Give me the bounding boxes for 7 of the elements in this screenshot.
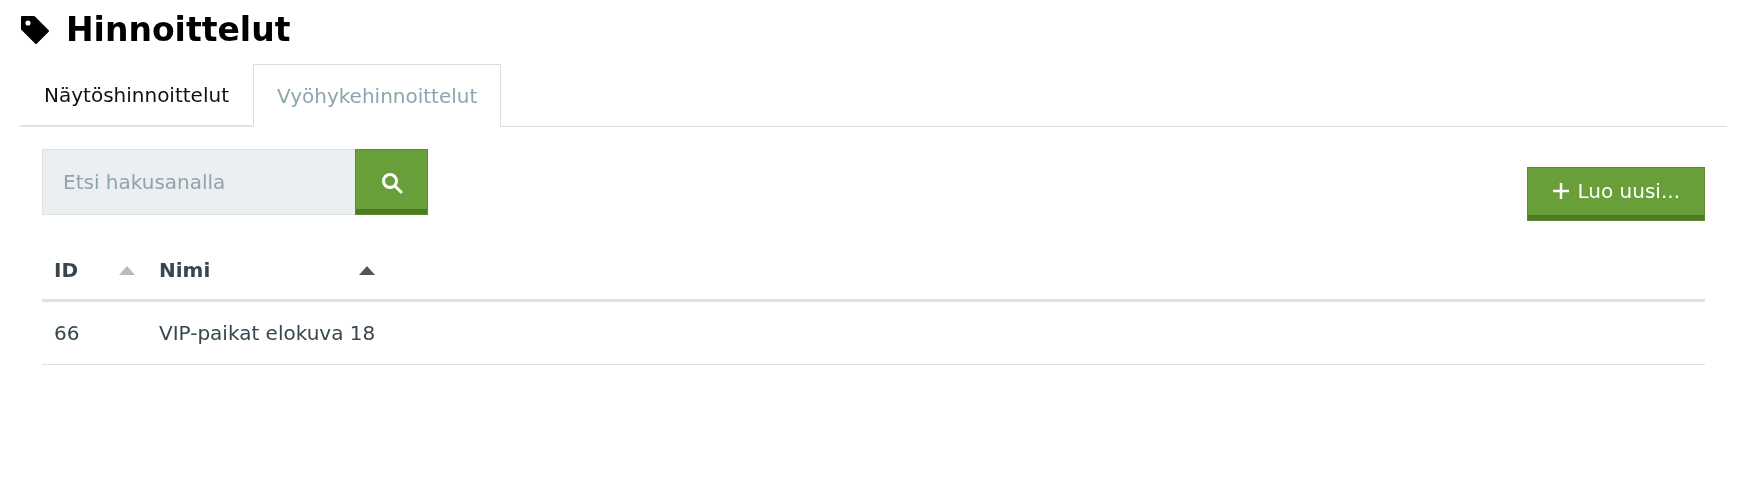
column-header[interactable]: ID: [54, 255, 79, 285]
search-field[interactable]: Etsi hakusanalla: [42, 149, 355, 215]
tab[interactable]: Näytöshinnoittelut: [20, 64, 253, 127]
column-header[interactable]: Nimi: [159, 255, 211, 285]
table-cell: 66: [54, 321, 80, 345]
page-title: Hinnoittelut: [66, 9, 291, 51]
table-cell: VIP-paikat elokuva 18: [159, 321, 376, 345]
